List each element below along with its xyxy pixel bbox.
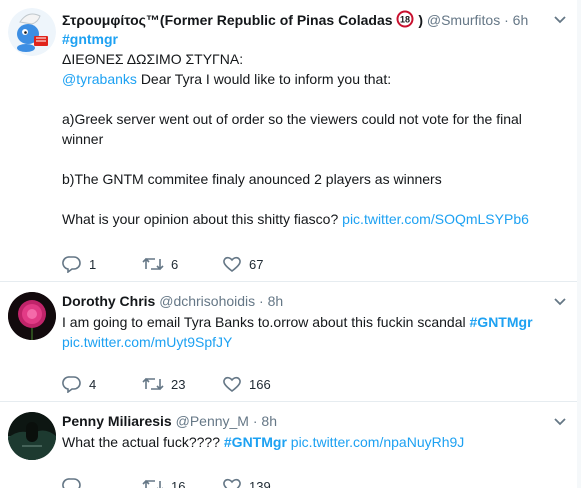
display-name[interactable]: Dorothy Chris <box>62 293 155 309</box>
handle[interactable]: @Penny_M <box>176 413 249 429</box>
handle[interactable]: @dchrisohoidis <box>159 293 255 309</box>
pic-link[interactable]: pic.twitter.com/mUyt9SpfJY <box>62 334 232 350</box>
tweet-header: Dorothy Chris @dchrisohoidis · 8h <box>62 292 551 310</box>
like-button[interactable]: 139 <box>222 476 271 488</box>
reply-button[interactable]: 4 <box>62 374 96 394</box>
reply-button[interactable] <box>62 476 82 488</box>
reply-button[interactable]: 1 <box>62 254 96 274</box>
tweet-line: @tyrabanks Dear Tyra I would like to inf… <box>62 69 551 89</box>
tweet-line: What is your opinion about this shitty f… <box>62 209 551 229</box>
retweet-button[interactable]: 16 <box>142 476 185 488</box>
tweet-feed: Στρουμφίτος™(Former Republic of Pinas Co… <box>0 0 581 488</box>
retweet-button[interactable]: 23 <box>142 374 185 394</box>
hashtag-link[interactable]: #GNTMgr <box>224 434 287 450</box>
retweet-count: 23 <box>171 376 186 392</box>
heart-icon <box>223 376 241 393</box>
tweet-actions: 16 139 <box>62 476 462 488</box>
tweet-line: b)The GNTM commitee finaly anounced 2 pl… <box>62 171 442 187</box>
pic-link[interactable]: pic.twitter.com/SOQmLSYPb6 <box>342 211 529 227</box>
tweet-actions: 4 23 166 <box>62 374 462 394</box>
hashtag-link[interactable]: #gntmgr <box>62 31 118 47</box>
timestamp[interactable]: 8h <box>261 413 277 429</box>
landscape-avatar-icon <box>8 412 56 460</box>
tweet-actions: 1 6 67 <box>62 254 462 274</box>
display-name[interactable]: Penny Miliaresis <box>62 413 172 429</box>
tweet-header: Penny Miliaresis @Penny_M · 8h <box>62 412 551 430</box>
smurf-avatar-icon <box>8 8 56 56</box>
timestamp[interactable]: 6h <box>513 12 529 28</box>
handle[interactable]: @Smurfitos <box>427 12 500 28</box>
retweet-icon <box>142 479 163 488</box>
display-name-suffix: ) <box>418 12 423 28</box>
like-button[interactable]: 67 <box>222 254 263 274</box>
separator-dot: · <box>504 12 509 28</box>
reply-icon <box>62 256 81 273</box>
display-name[interactable]: Στρουμφίτος™(Former Republic of Pinas Co… <box>62 12 393 28</box>
tweet[interactable]: Dorothy Chris @dchrisohoidis · 8h I am g… <box>0 282 581 402</box>
tweet-text: I am going to email Tyra Banks to.orrow … <box>62 312 551 352</box>
timestamp[interactable]: 8h <box>268 293 284 309</box>
reply-count: 1 <box>89 256 97 272</box>
like-count: 139 <box>249 478 271 488</box>
tweet[interactable]: Στρουμφίτος™(Former Republic of Pinas Co… <box>0 0 581 282</box>
tweet-line-text: Dear Tyra I would like to inform you tha… <box>140 71 392 87</box>
tweet[interactable]: Penny Miliaresis @Penny_M · 8h What the … <box>0 402 581 488</box>
avatar[interactable] <box>8 292 56 340</box>
tweet-line: winner <box>62 131 104 147</box>
avatar[interactable] <box>8 8 56 56</box>
age-18-badge-icon: 18 <box>396 10 414 28</box>
chevron-down-icon[interactable] <box>553 294 567 308</box>
like-button[interactable]: 166 <box>222 374 271 394</box>
tweet-line: a)Greek server went out of order so the … <box>62 111 522 127</box>
tweet-line-text: I am going to email Tyra Banks to.orrow … <box>62 314 466 330</box>
separator-dot: · <box>252 413 258 429</box>
mention-link[interactable]: @tyrabanks <box>62 71 137 87</box>
avatar[interactable] <box>8 412 56 460</box>
retweet-count: 6 <box>171 256 179 272</box>
reply-icon <box>62 478 81 488</box>
separator-dot: · <box>259 293 264 309</box>
flower-avatar-icon <box>8 292 56 340</box>
tweet-header: Στρουμφίτος™(Former Republic of Pinas Co… <box>62 10 551 29</box>
like-count: 166 <box>249 376 271 392</box>
tweet-text: #gntmgr ΔΙΕΘΝΕΣ ΔΩΣΙΜΟ ΣΤΥΓΝΑ: @tyrabank… <box>62 29 551 229</box>
retweet-icon <box>142 377 164 391</box>
retweet-icon <box>142 257 164 271</box>
chevron-down-icon[interactable] <box>553 12 567 26</box>
reply-icon <box>62 376 81 393</box>
reply-count: 4 <box>89 376 97 392</box>
heart-icon <box>223 256 241 273</box>
retweet-button[interactable]: 6 <box>142 254 178 274</box>
tweet-text: What the actual fuck???? #GNTMgr pic.twi… <box>62 432 551 452</box>
heart-icon <box>223 478 241 488</box>
tweet-line-text: What the actual fuck???? <box>62 434 220 450</box>
age-badge-text: 18 <box>400 15 410 25</box>
chevron-down-icon[interactable] <box>553 414 567 428</box>
retweet-count: 16 <box>171 478 186 488</box>
scrollbar[interactable] <box>577 0 581 488</box>
pic-link[interactable]: pic.twitter.com/npaNuyRh9J <box>291 434 465 450</box>
hashtag-link[interactable]: #GNTMgr <box>470 314 533 330</box>
like-count: 67 <box>249 256 264 272</box>
tweet-line-text: What is your opinion about this shitty f… <box>62 211 339 227</box>
tweet-line: ΔΙΕΘΝΕΣ ΔΩΣΙΜΟ ΣΤΥΓΝΑ: <box>62 51 244 67</box>
